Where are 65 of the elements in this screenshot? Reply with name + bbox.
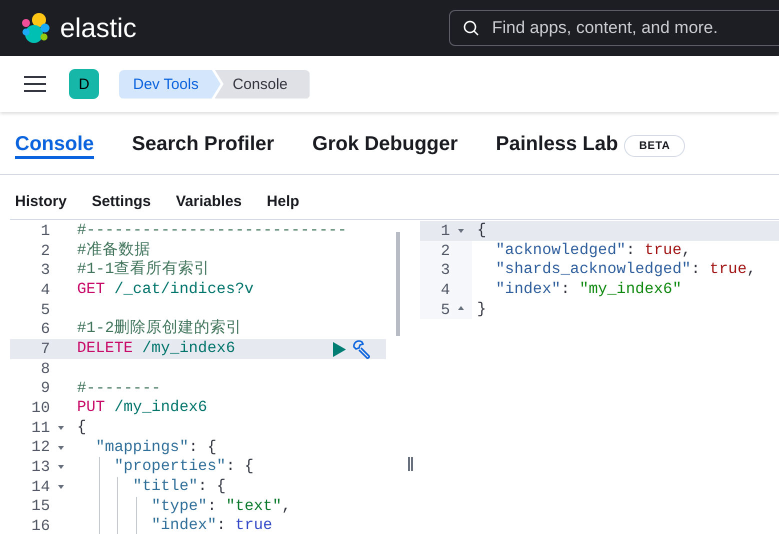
code-line: {	[77, 418, 86, 438]
code-line: PUT /my_index6	[77, 398, 208, 418]
code-line: {	[477, 221, 486, 241]
code-line: "index": true	[150, 516, 272, 534]
line-number: 11	[31, 418, 50, 437]
tab[interactable]: Painless Lab	[496, 133, 618, 159]
line-number: 3	[440, 261, 450, 280]
code-line: #1-1查看所有索引	[77, 260, 210, 280]
beta-badge: BETA	[624, 135, 686, 157]
fold-arrow-icon[interactable]	[58, 426, 64, 430]
code-line: "acknowledged": true,	[494, 240, 691, 260]
tab[interactable]: Console	[15, 133, 94, 159]
line-number: 7	[40, 340, 50, 358]
code-line: #准备数据	[77, 240, 150, 260]
search-field[interactable]: Find apps, content, and more.	[449, 10, 779, 46]
line-number: 5	[440, 300, 450, 319]
menu-icon[interactable]	[24, 76, 46, 92]
breadcrumb[interactable]: Dev Tools	[119, 70, 221, 98]
code-line: "type": "text",	[150, 496, 291, 516]
code-line: "properties": {	[113, 457, 254, 477]
code-line: #1-2删除原创建的索引	[77, 319, 242, 340]
line-number: 9	[40, 379, 50, 398]
menu-link[interactable]: Settings	[92, 193, 151, 210]
line-number: 6	[40, 320, 50, 338]
menu-link[interactable]: History	[15, 193, 67, 210]
menu-link[interactable]: Variables	[176, 193, 242, 210]
line-number: 14	[31, 478, 50, 496]
wrench-icon[interactable]	[352, 340, 372, 360]
fold-arrow-icon[interactable]	[458, 306, 464, 310]
code-line: DELETE /my_index6	[77, 339, 236, 359]
tab[interactable]: Grok Debugger	[312, 133, 458, 159]
code-line: "index": "my_index6"	[494, 280, 682, 300]
code-line: }	[477, 300, 486, 320]
line-number: 2	[440, 242, 450, 260]
line-number: 1	[40, 222, 50, 240]
line-number: 4	[40, 280, 50, 299]
line-number: 4	[440, 280, 450, 299]
line-number: 5	[40, 300, 50, 319]
code-line: "mappings": {	[94, 438, 217, 458]
code-line: GET /_cat/indices?v	[77, 280, 254, 300]
line-number: 12	[31, 438, 50, 456]
logo-icon[interactable]	[20, 12, 50, 44]
fold-arrow-icon[interactable]	[58, 484, 64, 489]
code-line: "title": {	[132, 476, 226, 497]
fold-arrow-icon[interactable]	[458, 229, 464, 233]
avatar[interactable]: D	[69, 69, 99, 99]
line-number: 15	[31, 497, 50, 516]
tab[interactable]: Search Profiler	[132, 133, 274, 159]
line-number: 16	[31, 517, 50, 534]
fold-arrow-icon[interactable]	[58, 465, 64, 470]
play-icon[interactable]	[332, 342, 346, 358]
line-number: 8	[40, 360, 50, 378]
line-number: 1	[440, 222, 450, 240]
breadcrumb[interactable]: Console	[214, 70, 310, 98]
line-number: 13	[31, 458, 50, 476]
line-number: 2	[40, 242, 50, 260]
search-icon	[463, 20, 479, 36]
brand-name: elastic	[60, 12, 138, 44]
line-number: 3	[40, 261, 50, 280]
menu-link[interactable]: Help	[266, 193, 300, 210]
line-number: 10	[31, 399, 50, 418]
code-line: "shards_acknowledged": true,	[494, 260, 756, 280]
code-line: #----------------------------	[77, 221, 347, 241]
fold-arrow-icon[interactable]	[58, 446, 64, 450]
code-line: #--------	[77, 378, 161, 398]
